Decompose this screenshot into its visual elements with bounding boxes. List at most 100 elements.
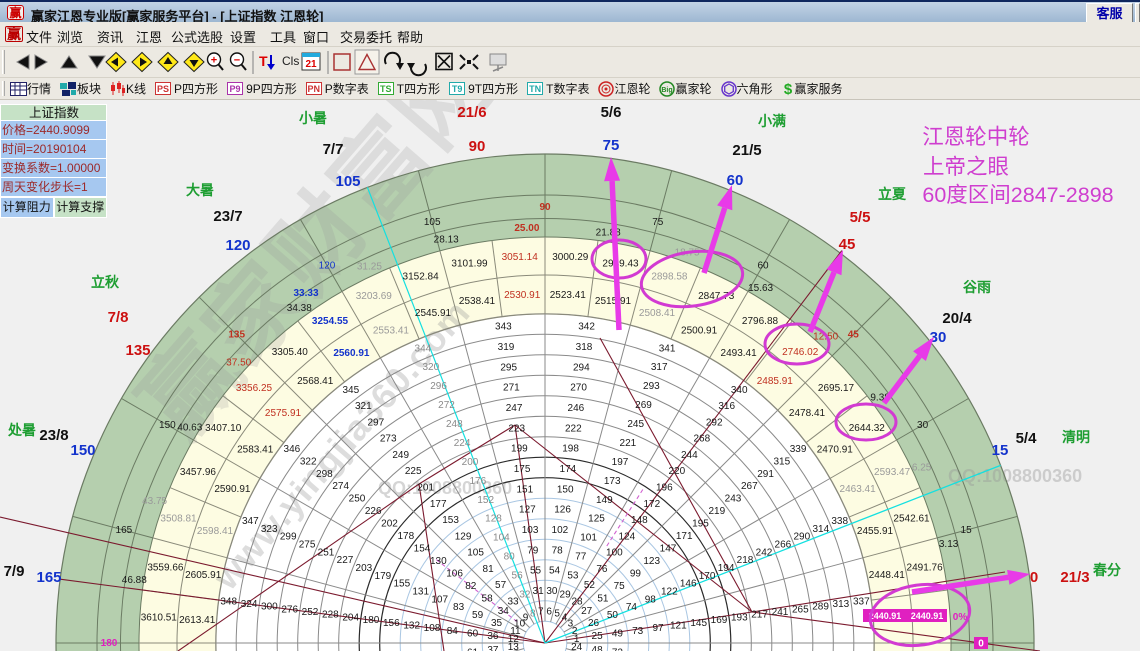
svg-text:340: 340 bbox=[731, 385, 748, 396]
svg-text:3457.96: 3457.96 bbox=[180, 467, 217, 478]
svg-text:348: 348 bbox=[220, 596, 237, 607]
svg-text:30: 30 bbox=[930, 329, 947, 346]
svg-text:132: 132 bbox=[403, 620, 420, 631]
svg-text:20/4: 20/4 bbox=[942, 310, 972, 327]
svg-text:8: 8 bbox=[530, 608, 536, 619]
svg-text:131: 131 bbox=[412, 587, 429, 598]
svg-text:2695.17: 2695.17 bbox=[818, 383, 855, 394]
svg-text:处暑: 处暑 bbox=[7, 422, 36, 438]
svg-text:294: 294 bbox=[573, 362, 590, 373]
svg-text:−: − bbox=[234, 55, 240, 67]
svg-text:51: 51 bbox=[597, 594, 609, 605]
svg-text:50: 50 bbox=[607, 610, 619, 621]
svg-text:154: 154 bbox=[414, 544, 431, 555]
svg-text:197: 197 bbox=[612, 457, 629, 468]
svg-text:21/5: 21/5 bbox=[732, 142, 761, 159]
svg-text:59: 59 bbox=[472, 610, 484, 621]
svg-text:21/3: 21/3 bbox=[1060, 569, 1089, 586]
svg-text:165: 165 bbox=[36, 569, 61, 586]
svg-text:61: 61 bbox=[467, 648, 479, 652]
svg-text:81: 81 bbox=[483, 564, 495, 575]
svg-text:266: 266 bbox=[775, 540, 792, 551]
svg-text:2575.91: 2575.91 bbox=[265, 408, 302, 419]
svg-text:7/7: 7/7 bbox=[323, 141, 344, 158]
svg-text:243: 243 bbox=[725, 494, 742, 505]
svg-text:148: 148 bbox=[631, 515, 648, 526]
svg-text:145: 145 bbox=[690, 618, 707, 629]
svg-text:269: 269 bbox=[635, 400, 652, 411]
svg-text:37.50: 37.50 bbox=[226, 357, 251, 368]
svg-text:179: 179 bbox=[375, 571, 392, 582]
svg-text:289: 289 bbox=[812, 602, 829, 613]
svg-text:3407.10: 3407.10 bbox=[205, 423, 242, 434]
svg-text:77: 77 bbox=[575, 552, 587, 563]
svg-text:273: 273 bbox=[380, 434, 397, 445]
svg-text:272: 272 bbox=[438, 400, 455, 411]
svg-text:2500.91: 2500.91 bbox=[681, 325, 718, 336]
svg-text:7/8: 7/8 bbox=[108, 309, 129, 326]
svg-text:2440.91: 2440.91 bbox=[911, 611, 944, 621]
svg-text:3356.25: 3356.25 bbox=[236, 383, 273, 394]
svg-text:251: 251 bbox=[318, 547, 335, 558]
svg-text:2593.47: 2593.47 bbox=[874, 467, 911, 478]
svg-text:244: 244 bbox=[681, 450, 698, 461]
svg-text:180: 180 bbox=[101, 638, 118, 649]
svg-text:21: 21 bbox=[305, 59, 317, 70]
svg-text:45: 45 bbox=[848, 330, 860, 341]
svg-text:Big: Big bbox=[662, 87, 673, 94]
svg-text:立秋: 立秋 bbox=[91, 274, 120, 290]
svg-text:274: 274 bbox=[332, 481, 349, 492]
svg-text:176: 176 bbox=[469, 476, 486, 487]
svg-text:276: 276 bbox=[281, 604, 298, 615]
svg-text:103: 103 bbox=[522, 525, 539, 536]
svg-text:$: $ bbox=[783, 81, 792, 97]
svg-text:299: 299 bbox=[280, 532, 297, 543]
svg-text:23/8: 23/8 bbox=[39, 427, 68, 444]
svg-text:292: 292 bbox=[706, 417, 723, 428]
svg-text:56: 56 bbox=[512, 571, 524, 582]
svg-text:80: 80 bbox=[504, 552, 516, 563]
svg-text:120: 120 bbox=[225, 237, 250, 254]
svg-text:147: 147 bbox=[660, 544, 677, 555]
svg-text:84: 84 bbox=[447, 626, 459, 637]
svg-text:2598.41: 2598.41 bbox=[197, 526, 234, 537]
svg-text:75: 75 bbox=[603, 137, 620, 154]
svg-text:322: 322 bbox=[300, 456, 317, 467]
svg-text:33: 33 bbox=[507, 596, 519, 607]
svg-text:130: 130 bbox=[430, 556, 447, 567]
svg-text:152: 152 bbox=[477, 495, 494, 506]
svg-text:2493.41: 2493.41 bbox=[721, 348, 758, 359]
svg-text:3051.14: 3051.14 bbox=[502, 252, 539, 263]
svg-text:270: 270 bbox=[570, 383, 587, 394]
svg-text:199: 199 bbox=[511, 444, 528, 455]
svg-text:202: 202 bbox=[381, 519, 398, 530]
svg-text:35: 35 bbox=[491, 618, 503, 629]
svg-text:175: 175 bbox=[514, 464, 531, 475]
svg-text:174: 174 bbox=[560, 464, 577, 475]
svg-text:324: 324 bbox=[241, 599, 258, 610]
svg-text:3152.84: 3152.84 bbox=[403, 272, 440, 283]
svg-text:0: 0 bbox=[978, 639, 984, 650]
svg-text:135: 135 bbox=[125, 342, 150, 359]
svg-text:321: 321 bbox=[355, 401, 372, 412]
svg-text:60: 60 bbox=[727, 172, 744, 189]
svg-text:347: 347 bbox=[242, 516, 259, 527]
svg-text:121: 121 bbox=[670, 620, 687, 631]
svg-text:338: 338 bbox=[831, 516, 848, 527]
svg-text:2560.91: 2560.91 bbox=[333, 348, 370, 359]
svg-text:225: 225 bbox=[405, 466, 422, 477]
svg-text:90: 90 bbox=[469, 138, 486, 155]
svg-text:5/6: 5/6 bbox=[601, 104, 622, 121]
svg-text:172: 172 bbox=[643, 499, 660, 510]
svg-text:60: 60 bbox=[467, 629, 479, 640]
svg-text:241: 241 bbox=[772, 607, 789, 618]
svg-text:上帝之眼: 上帝之眼 bbox=[923, 155, 1009, 179]
svg-text:200: 200 bbox=[462, 457, 479, 468]
svg-text:T: T bbox=[259, 53, 268, 69]
svg-text:3559.66: 3559.66 bbox=[147, 563, 184, 574]
svg-text:21/6: 21/6 bbox=[457, 104, 486, 121]
svg-text:3508.81: 3508.81 bbox=[160, 514, 197, 525]
svg-text:124: 124 bbox=[619, 531, 636, 542]
svg-text:30: 30 bbox=[546, 586, 558, 597]
svg-text:23/7: 23/7 bbox=[213, 208, 242, 225]
